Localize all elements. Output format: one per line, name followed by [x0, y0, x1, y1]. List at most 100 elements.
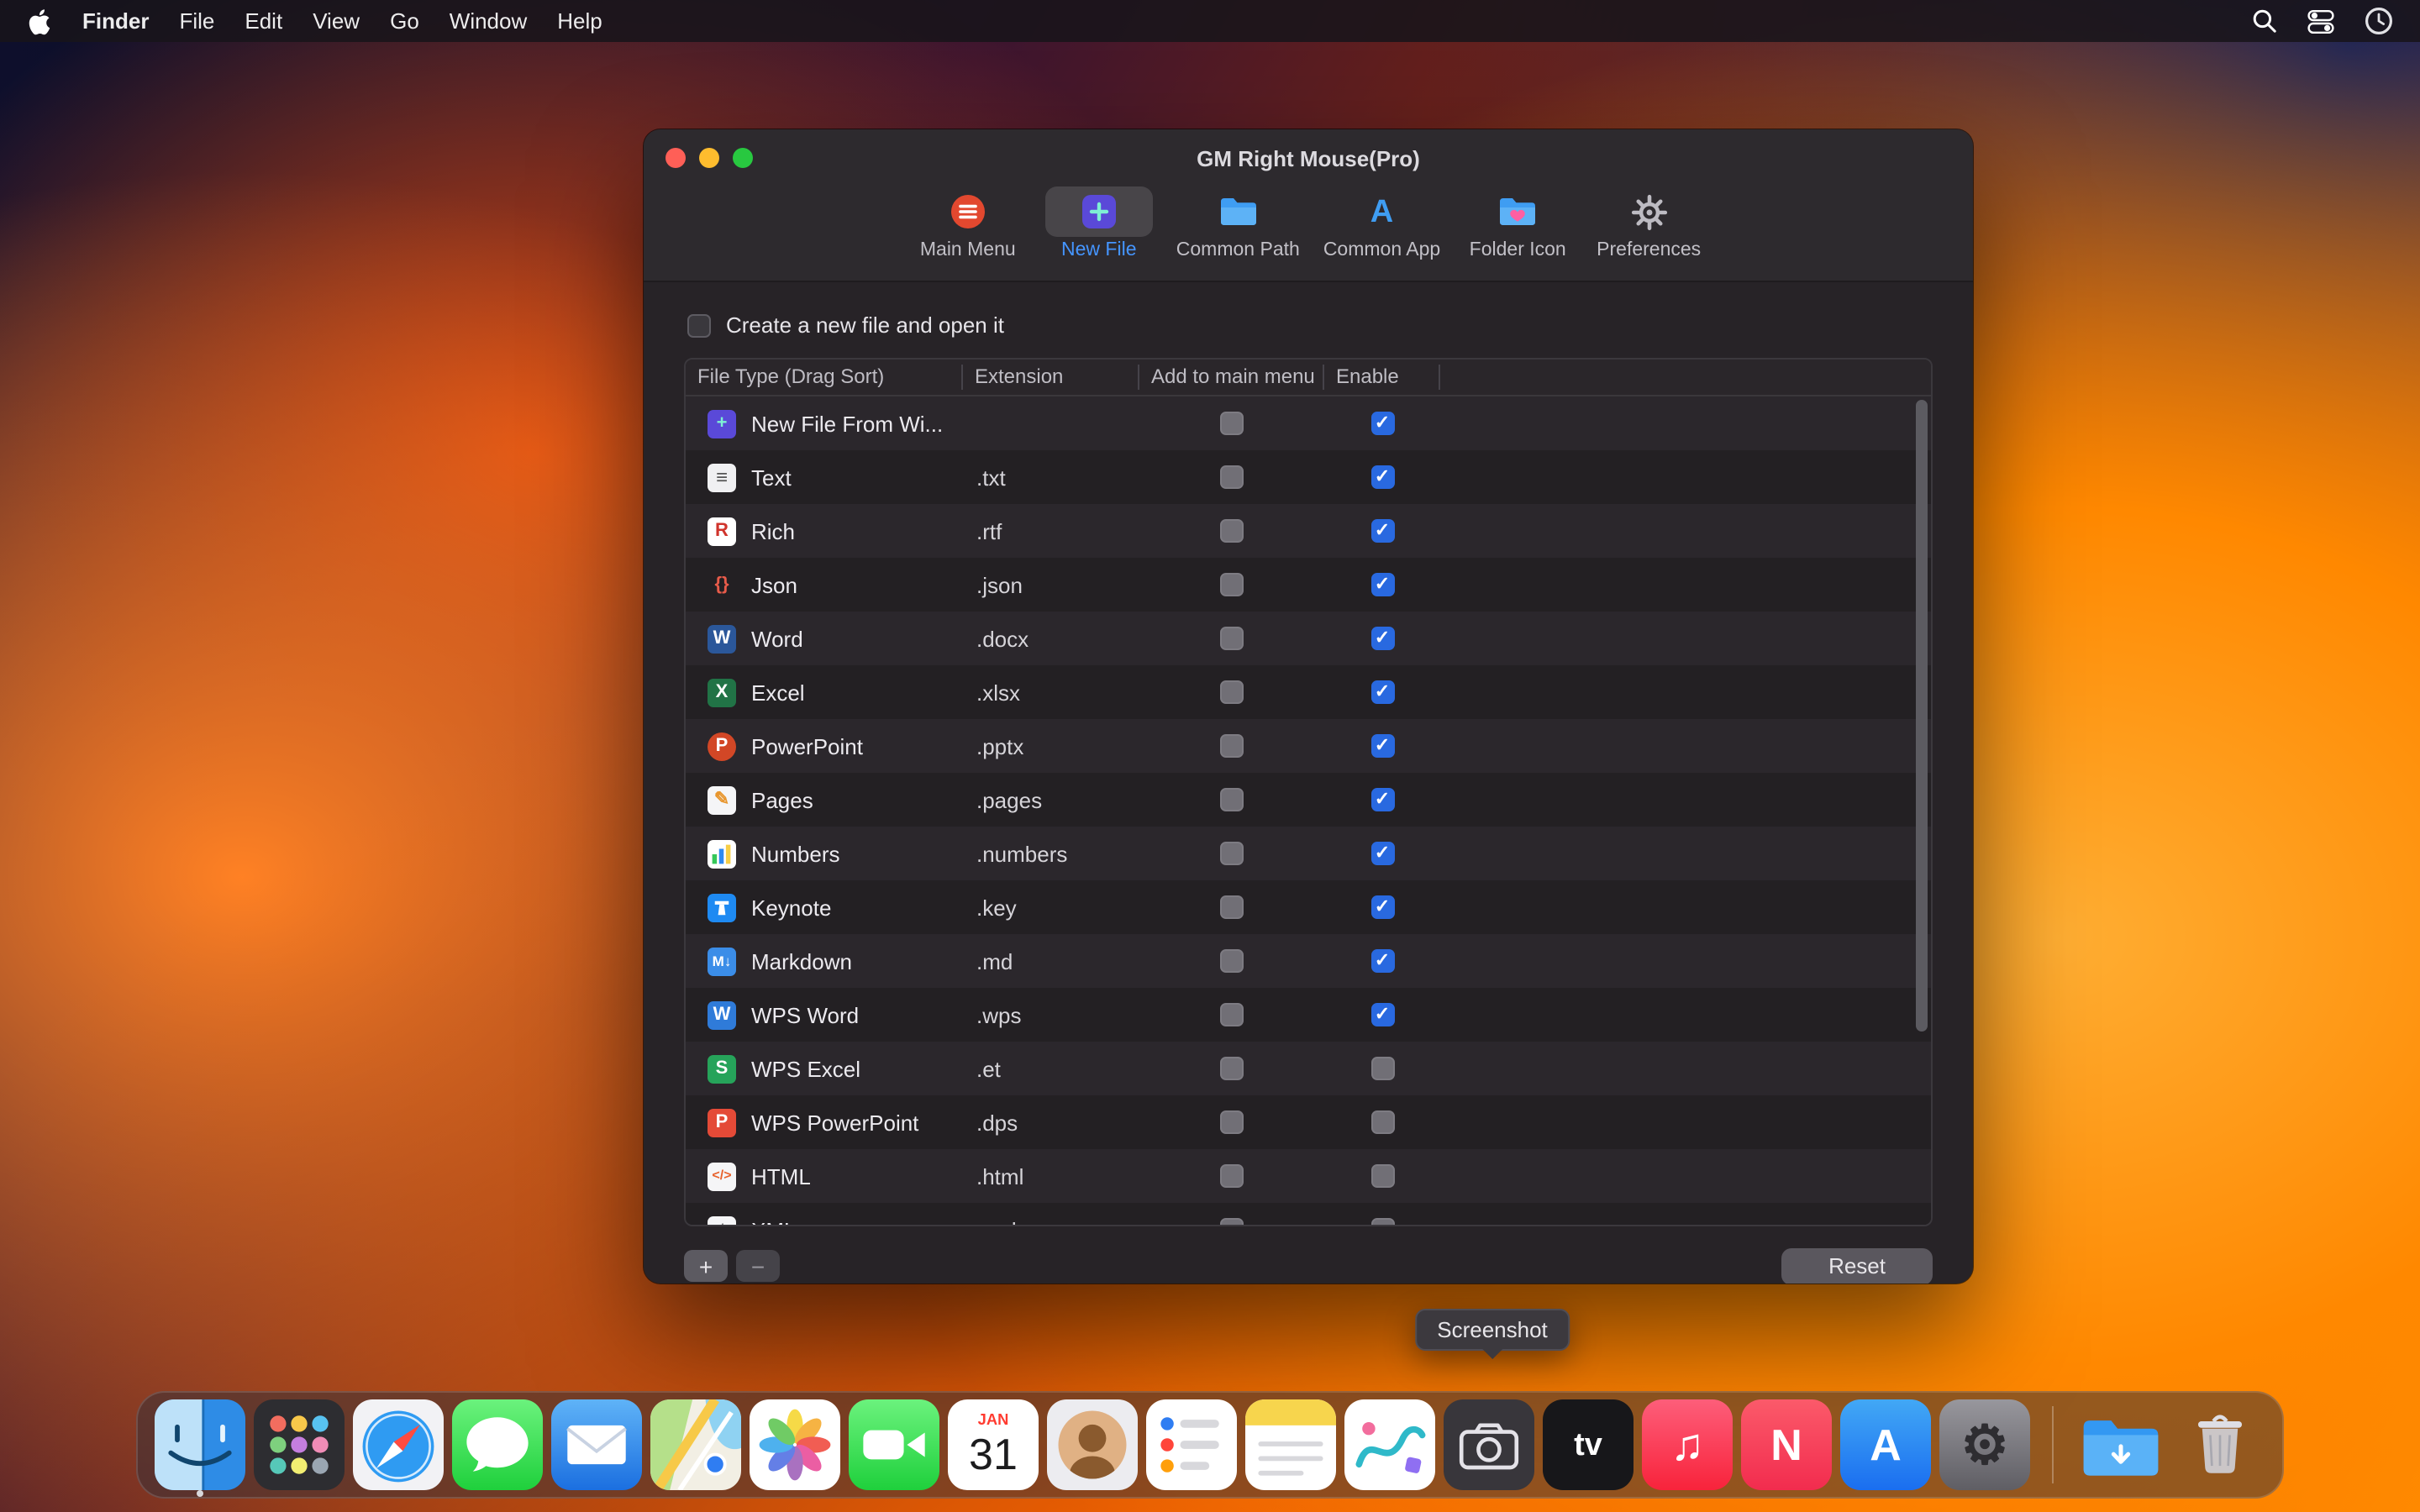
enable-checkbox[interactable] — [1370, 519, 1394, 543]
table-row[interactable]: WWPS Word.wps — [686, 988, 1931, 1042]
add-to-main-menu-checkbox[interactable] — [1220, 842, 1244, 865]
table-row[interactable]: </>HTML.html — [686, 1149, 1931, 1203]
table-row[interactable]: M↓Markdown.md — [686, 934, 1931, 988]
table-row[interactable]: ✎Pages.pages — [686, 773, 1931, 827]
column-header-2[interactable]: Extension — [963, 365, 1139, 390]
enable-checkbox[interactable] — [1370, 412, 1394, 435]
dock-music-icon[interactable]: ♫ — [1642, 1399, 1733, 1490]
control-center-icon[interactable] — [2307, 8, 2334, 34]
file-type-name: Numbers — [751, 841, 840, 866]
add-to-main-menu-checkbox[interactable] — [1220, 949, 1244, 973]
table-row[interactable]: Keynote.key — [686, 880, 1931, 934]
add-to-main-menu-checkbox[interactable] — [1220, 465, 1244, 489]
column-header-1[interactable]: File Type (Drag Sort) — [686, 365, 963, 390]
window-titlebar[interactable]: GM Right Mouse(Pro) — [644, 129, 1973, 186]
menu-help[interactable]: Help — [557, 8, 602, 34]
dock-appstore-icon[interactable]: A — [1840, 1399, 1931, 1490]
menu-window[interactable]: Window — [450, 8, 528, 34]
add-to-main-menu-checkbox[interactable] — [1220, 519, 1244, 543]
table-row[interactable]: Numbers.numbers — [686, 827, 1931, 880]
table-row[interactable]: SWPS Excel.et — [686, 1042, 1931, 1095]
search-icon[interactable] — [2252, 8, 2277, 34]
zoom-button[interactable] — [733, 148, 753, 168]
enable-checkbox[interactable] — [1370, 680, 1394, 704]
dock-settings-icon[interactable]: ⚙ — [1939, 1399, 2030, 1490]
dock-screenshot-icon[interactable] — [1444, 1399, 1534, 1490]
dock-safari-icon[interactable] — [353, 1399, 444, 1490]
table-row[interactable]: XExcel.xlsx — [686, 665, 1931, 719]
menu-view[interactable]: View — [313, 8, 360, 34]
menu-edit[interactable]: Edit — [245, 8, 282, 34]
create-file-checkbox[interactable] — [687, 313, 711, 337]
table-row[interactable]: {}Json.json — [686, 558, 1931, 612]
dock-downloads-icon[interactable] — [2075, 1399, 2166, 1490]
enable-checkbox[interactable] — [1370, 949, 1394, 973]
enable-checkbox[interactable] — [1370, 895, 1394, 919]
add-to-main-menu-checkbox[interactable] — [1220, 895, 1244, 919]
table-row[interactable]: PWPS PowerPoint.dps — [686, 1095, 1931, 1149]
add-to-main-menu-checkbox[interactable] — [1220, 1164, 1244, 1188]
add-to-main-menu-checkbox[interactable] — [1220, 734, 1244, 758]
tab-common-app[interactable]: ACommon App — [1323, 186, 1440, 260]
enable-checkbox[interactable] — [1370, 1218, 1394, 1225]
enable-checkbox[interactable] — [1370, 734, 1394, 758]
column-header-4[interactable]: Enable — [1324, 365, 1440, 390]
enable-checkbox[interactable] — [1370, 1110, 1394, 1134]
table-row[interactable]: </>XML.xml — [686, 1203, 1931, 1225]
apple-menu-icon[interactable] — [27, 7, 52, 35]
enable-checkbox[interactable] — [1370, 842, 1394, 865]
enable-checkbox[interactable] — [1370, 465, 1394, 489]
tab-main-menu[interactable]: Main Menu — [914, 186, 1022, 260]
tab-preferences[interactable]: Preferences — [1595, 186, 1702, 260]
dock-contacts-icon[interactable] — [1047, 1399, 1138, 1490]
menu-app-name[interactable]: Finder — [82, 8, 149, 34]
dock-launchpad-icon[interactable] — [254, 1399, 345, 1490]
enable-checkbox[interactable] — [1370, 1164, 1394, 1188]
add-to-main-menu-checkbox[interactable] — [1220, 680, 1244, 704]
tab-common-path[interactable]: Common Path — [1176, 186, 1300, 260]
reset-button[interactable]: Reset — [1781, 1247, 1933, 1284]
table-row[interactable]: RRich.rtf — [686, 504, 1931, 558]
add-file-type-button[interactable]: + — [684, 1250, 728, 1282]
menu-file[interactable]: File — [179, 8, 214, 34]
table-row[interactable]: WWord.docx — [686, 612, 1931, 665]
dock-calendar-icon[interactable]: JAN31 — [948, 1399, 1039, 1490]
dock-freeform-icon[interactable] — [1344, 1399, 1435, 1490]
table-row[interactable]: PPowerPoint.pptx — [686, 719, 1931, 773]
dock-news-icon[interactable]: N — [1741, 1399, 1832, 1490]
add-to-main-menu-checkbox[interactable] — [1220, 1003, 1244, 1026]
enable-checkbox[interactable] — [1370, 627, 1394, 650]
dock-trash-icon[interactable] — [2175, 1399, 2265, 1490]
add-to-main-menu-checkbox[interactable] — [1220, 1057, 1244, 1080]
enable-checkbox[interactable] — [1370, 1057, 1394, 1080]
add-to-main-menu-checkbox[interactable] — [1220, 573, 1244, 596]
tab-folder-icon[interactable]: Folder Icon — [1464, 186, 1571, 260]
table-scrollbar[interactable] — [1916, 400, 1928, 1032]
dock-notes-icon[interactable] — [1245, 1399, 1336, 1490]
remove-file-type-button[interactable]: − — [736, 1250, 780, 1282]
add-to-main-menu-checkbox[interactable] — [1220, 788, 1244, 811]
add-to-main-menu-checkbox[interactable] — [1220, 627, 1244, 650]
dock-tv-icon[interactable]: tv — [1543, 1399, 1634, 1490]
enable-checkbox[interactable] — [1370, 1003, 1394, 1026]
dock-messages-icon[interactable] — [452, 1399, 543, 1490]
tab-new-file[interactable]: New File — [1045, 186, 1153, 260]
enable-checkbox[interactable] — [1370, 788, 1394, 811]
table-row[interactable]: ≡Text.txt — [686, 450, 1931, 504]
dock-photos-icon[interactable] — [750, 1399, 840, 1490]
table-row[interactable]: +New File From Wi... — [686, 396, 1931, 450]
dock-maps-icon[interactable] — [650, 1399, 741, 1490]
menu-status-icon[interactable] — [2365, 7, 2393, 35]
add-to-main-menu-checkbox[interactable] — [1220, 1110, 1244, 1134]
minimize-button[interactable] — [699, 148, 719, 168]
menu-go[interactable]: Go — [390, 8, 419, 34]
dock-finder-icon[interactable] — [155, 1399, 245, 1490]
dock-mail-icon[interactable] — [551, 1399, 642, 1490]
dock-reminders-icon[interactable] — [1146, 1399, 1237, 1490]
enable-checkbox[interactable] — [1370, 573, 1394, 596]
add-to-main-menu-checkbox[interactable] — [1220, 412, 1244, 435]
add-to-main-menu-checkbox[interactable] — [1220, 1218, 1244, 1225]
dock-facetime-icon[interactable] — [849, 1399, 939, 1490]
column-header-3[interactable]: Add to main menu — [1139, 365, 1324, 390]
close-button[interactable] — [666, 148, 686, 168]
